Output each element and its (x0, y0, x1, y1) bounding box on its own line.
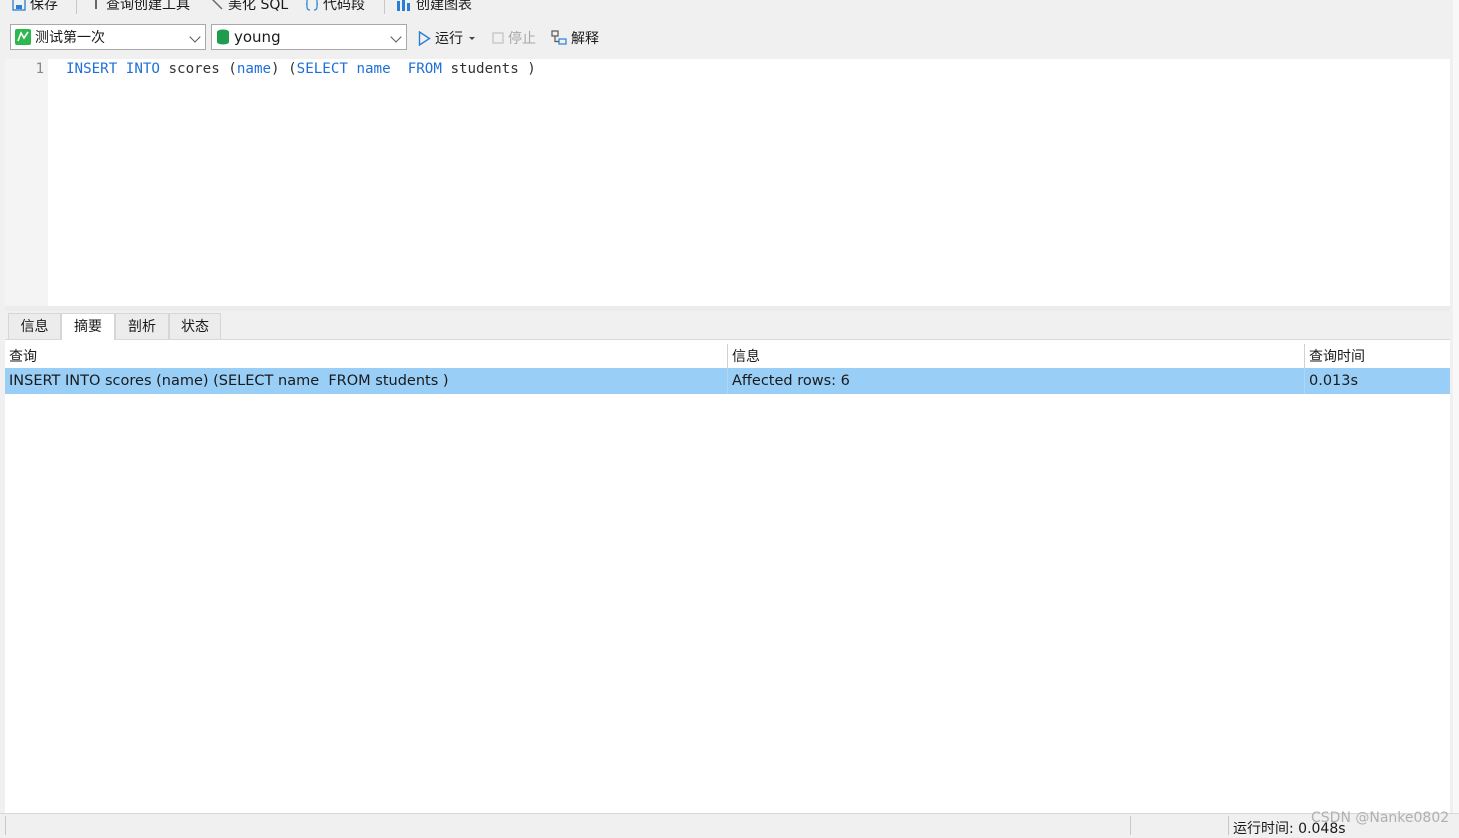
query-builder-icon (95, 0, 97, 9)
database-value: young (234, 28, 281, 46)
toolbar-separator (384, 0, 385, 14)
window-edge (1453, 0, 1459, 813)
database-icon (217, 29, 229, 45)
stop-label: 停止 (508, 31, 536, 47)
column-header-time[interactable]: 查询时间 (1305, 344, 1450, 368)
sql-keyword: INSERT (66, 61, 118, 77)
sql-editor[interactable]: 1 INSERT INTO scores (name) (SELECT name… (5, 59, 1450, 306)
cell-time[interactable]: 0.013s (1305, 368, 1450, 394)
sql-code-line[interactable]: INSERT INTO scores (name) (SELECT name F… (66, 61, 536, 77)
line-number: 1 (35, 61, 44, 77)
connection-icon (15, 29, 31, 45)
sql-keyword: name (356, 61, 391, 77)
stop-button[interactable]: 停止 (492, 28, 536, 48)
sql-keyword: SELECT (296, 61, 348, 77)
explain-button[interactable]: 解释 (551, 28, 599, 48)
tab-status[interactable]: 状态 (169, 313, 221, 339)
line-gutter: 1 (5, 59, 48, 306)
save-icon (12, 0, 26, 11)
results-panel: 信息 摘要 剖析 状态 查询 信息 查询时间 INSERT INTO score… (5, 311, 1450, 813)
create-chart-label: 创建图表 (416, 0, 472, 13)
tab-summary[interactable]: 摘要 (61, 313, 115, 340)
beautify-sql-label: 美化 SQL (228, 0, 289, 13)
grid-header: 查询 信息 查询时间 (5, 344, 1450, 368)
query-builder-button[interactable]: 查询创建工具 (92, 0, 190, 14)
column-header-info[interactable]: 信息 (728, 344, 1305, 368)
braces-icon (305, 0, 319, 11)
chevron-down-icon (390, 31, 402, 43)
chart-icon (397, 0, 410, 11)
database-select[interactable]: young (211, 24, 407, 50)
sql-identifier: students ) (450, 61, 536, 77)
snippet-button[interactable]: 代码段 (305, 0, 365, 14)
main-toolbar: 保存 查询创建工具 美化 SQL 代码段 创建图表 (0, 0, 1453, 14)
save-label: 保存 (30, 0, 58, 13)
explain-icon (551, 30, 567, 45)
column-header-query[interactable]: 查询 (5, 344, 728, 368)
explain-label: 解释 (571, 31, 599, 47)
run-label: 运行 (435, 31, 463, 47)
snippet-label: 代码段 (323, 0, 365, 13)
tab-info[interactable]: 信息 (8, 313, 61, 339)
table-row[interactable]: INSERT INTO scores (name) (SELECT name F… (5, 368, 1450, 394)
status-separator (1130, 816, 1131, 835)
chevron-down-icon (189, 31, 201, 43)
sql-keyword: name (236, 61, 272, 77)
beautify-sql-button[interactable]: 美化 SQL (210, 0, 288, 14)
sql-punctuation: ) ( (271, 61, 297, 77)
watermark: CSDN @Nanke0802 (1311, 810, 1450, 826)
connection-select[interactable]: 测试第一次 (10, 24, 206, 50)
status-separator (5, 816, 6, 835)
result-tabs: 信息 摘要 剖析 状态 (5, 311, 1450, 340)
stop-icon (492, 32, 504, 44)
create-chart-button[interactable]: 创建图表 (396, 0, 472, 14)
sql-keyword: INTO (125, 61, 160, 77)
cell-query[interactable]: INSERT INTO scores (name) (SELECT name F… (5, 368, 728, 394)
save-button[interactable]: 保存 (12, 0, 58, 14)
caret-down-icon[interactable] (467, 33, 477, 43)
status-bar: 运行时间: 0.048s CSDN @Nanke0802 (0, 810, 1459, 837)
sql-identifier: scores ( (168, 61, 237, 77)
query-builder-label: 查询创建工具 (106, 0, 190, 13)
tab-profile[interactable]: 剖析 (115, 313, 169, 339)
sql-keyword: FROM (407, 61, 442, 77)
run-button[interactable]: 运行 (418, 28, 477, 48)
status-separator (1228, 816, 1229, 835)
cell-info[interactable]: Affected rows: 6 (728, 368, 1305, 394)
wand-icon (212, 0, 223, 10)
toolbar-separator (76, 0, 77, 14)
connection-value: 测试第一次 (35, 30, 105, 46)
play-icon (418, 30, 431, 46)
query-toolbar: 测试第一次 young 运行 停止 解释 (0, 14, 1453, 59)
